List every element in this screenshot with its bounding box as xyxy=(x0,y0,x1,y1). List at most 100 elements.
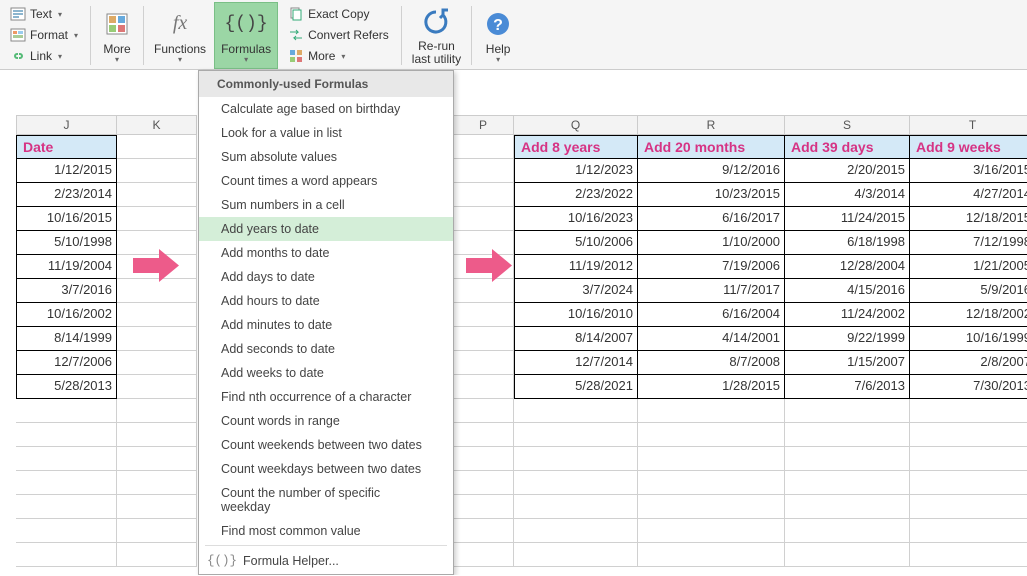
cell[interactable] xyxy=(117,519,197,543)
col-header-t[interactable]: T xyxy=(910,115,1027,135)
cell-t[interactable]: 7/30/2013 xyxy=(910,375,1027,399)
cell-r[interactable]: 9/12/2016 xyxy=(638,159,785,183)
cell[interactable] xyxy=(117,399,197,423)
cell[interactable] xyxy=(638,519,785,543)
cell[interactable] xyxy=(117,351,197,375)
cell[interactable] xyxy=(638,399,785,423)
functions-button[interactable]: fx Functions ▾ xyxy=(148,2,212,69)
cell[interactable] xyxy=(16,495,117,519)
cell-s[interactable]: 7/6/2013 xyxy=(785,375,910,399)
cell[interactable] xyxy=(514,447,638,471)
cell[interactable] xyxy=(638,471,785,495)
cell-s[interactable]: 11/24/2002 xyxy=(785,303,910,327)
cell[interactable] xyxy=(910,471,1027,495)
cell-r[interactable]: 8/7/2008 xyxy=(638,351,785,375)
cell-t[interactable]: 4/27/2014 xyxy=(910,183,1027,207)
col-header-q[interactable]: Q xyxy=(514,115,638,135)
cell[interactable] xyxy=(117,375,197,399)
cell-s[interactable]: 9/22/1999 xyxy=(785,327,910,351)
cell-t[interactable]: 5/9/2016 xyxy=(910,279,1027,303)
cell-date[interactable]: 1/12/2015 xyxy=(16,159,117,183)
cell[interactable] xyxy=(453,519,514,543)
cell[interactable] xyxy=(117,327,197,351)
convert-refers-button[interactable]: Convert Refers xyxy=(284,25,393,45)
cell-q[interactable]: 10/16/2023 xyxy=(514,207,638,231)
formula-helper-item[interactable]: {()} Formula Helper... xyxy=(199,548,453,574)
cell-t[interactable]: 1/21/2005 xyxy=(910,255,1027,279)
cell[interactable] xyxy=(453,399,514,423)
dropdown-item[interactable]: Find nth occurrence of a character xyxy=(199,385,453,409)
link-button[interactable]: Link ▾ xyxy=(6,46,82,66)
cell[interactable] xyxy=(453,471,514,495)
cell-date[interactable]: 11/19/2004 xyxy=(16,255,117,279)
cell[interactable] xyxy=(785,495,910,519)
dropdown-item[interactable]: Sum absolute values xyxy=(199,145,453,169)
cell[interactable] xyxy=(514,423,638,447)
cell-r[interactable]: 7/19/2006 xyxy=(638,255,785,279)
cell-r[interactable]: 11/7/2017 xyxy=(638,279,785,303)
cell-q[interactable]: 5/10/2006 xyxy=(514,231,638,255)
cell-r[interactable]: 1/10/2000 xyxy=(638,231,785,255)
cell-r[interactable]: 6/16/2017 xyxy=(638,207,785,231)
header-q[interactable]: Add 8 years xyxy=(514,135,638,159)
cell-s[interactable]: 4/15/2016 xyxy=(785,279,910,303)
cell[interactable] xyxy=(910,447,1027,471)
cell[interactable] xyxy=(453,135,514,159)
cell-date[interactable]: 5/28/2013 xyxy=(16,375,117,399)
col-header-k[interactable]: K xyxy=(117,115,197,135)
cell-s[interactable]: 11/24/2015 xyxy=(785,207,910,231)
cell[interactable] xyxy=(453,183,514,207)
cell[interactable] xyxy=(453,303,514,327)
cell[interactable] xyxy=(638,543,785,567)
col-header-s[interactable]: S xyxy=(785,115,910,135)
header-t[interactable]: Add 9 weeks xyxy=(910,135,1027,159)
cell-t[interactable]: 10/16/1999 xyxy=(910,327,1027,351)
dropdown-item[interactable]: Add seconds to date xyxy=(199,337,453,361)
col-header-p[interactable]: P xyxy=(453,115,514,135)
cell-date[interactable]: 5/10/1998 xyxy=(16,231,117,255)
dropdown-item[interactable]: Find most common value xyxy=(199,519,453,543)
dropdown-item[interactable]: Add weeks to date xyxy=(199,361,453,385)
dropdown-item[interactable]: Count the number of specific weekday xyxy=(199,481,453,519)
dropdown-item[interactable]: Sum numbers in a cell xyxy=(199,193,453,217)
formulas-button[interactable]: {()} Formulas ▾ xyxy=(214,2,278,69)
cell-s[interactable]: 6/18/1998 xyxy=(785,231,910,255)
dropdown-item[interactable]: Count times a word appears xyxy=(199,169,453,193)
cell[interactable] xyxy=(514,471,638,495)
cell-q[interactable]: 5/28/2021 xyxy=(514,375,638,399)
dropdown-item[interactable]: Add minutes to date xyxy=(199,313,453,337)
cell-q[interactable]: 2/23/2022 xyxy=(514,183,638,207)
cell-date[interactable]: 8/14/1999 xyxy=(16,327,117,351)
col-header-r[interactable]: R xyxy=(638,115,785,135)
cell[interactable] xyxy=(453,351,514,375)
cell[interactable] xyxy=(514,495,638,519)
dropdown-item[interactable]: Count words in range xyxy=(199,409,453,433)
cell[interactable] xyxy=(16,447,117,471)
cell[interactable] xyxy=(453,207,514,231)
text-button[interactable]: Text ▾ xyxy=(6,4,82,24)
cell-date[interactable]: 10/16/2015 xyxy=(16,207,117,231)
cell[interactable] xyxy=(785,447,910,471)
cell[interactable] xyxy=(785,423,910,447)
cell[interactable] xyxy=(910,399,1027,423)
cell[interactable] xyxy=(910,519,1027,543)
cell[interactable] xyxy=(910,543,1027,567)
cell[interactable] xyxy=(453,495,514,519)
cell-q[interactable]: 1/12/2023 xyxy=(514,159,638,183)
cell[interactable] xyxy=(16,471,117,495)
cell[interactable] xyxy=(117,135,197,159)
cell[interactable] xyxy=(16,543,117,567)
cell[interactable] xyxy=(117,183,197,207)
more-button-1[interactable]: More ▾ xyxy=(95,2,139,69)
cell-t[interactable]: 3/16/2015 xyxy=(910,159,1027,183)
cell-q[interactable]: 8/14/2007 xyxy=(514,327,638,351)
format-button[interactable]: Format ▾ xyxy=(6,25,82,45)
cell[interactable] xyxy=(117,495,197,519)
cell[interactable] xyxy=(514,543,638,567)
cell-t[interactable]: 7/12/1998 xyxy=(910,231,1027,255)
cell[interactable] xyxy=(785,399,910,423)
cell[interactable] xyxy=(453,375,514,399)
cell[interactable] xyxy=(117,159,197,183)
cell-date[interactable]: 3/7/2016 xyxy=(16,279,117,303)
cell-date[interactable]: 10/16/2002 xyxy=(16,303,117,327)
